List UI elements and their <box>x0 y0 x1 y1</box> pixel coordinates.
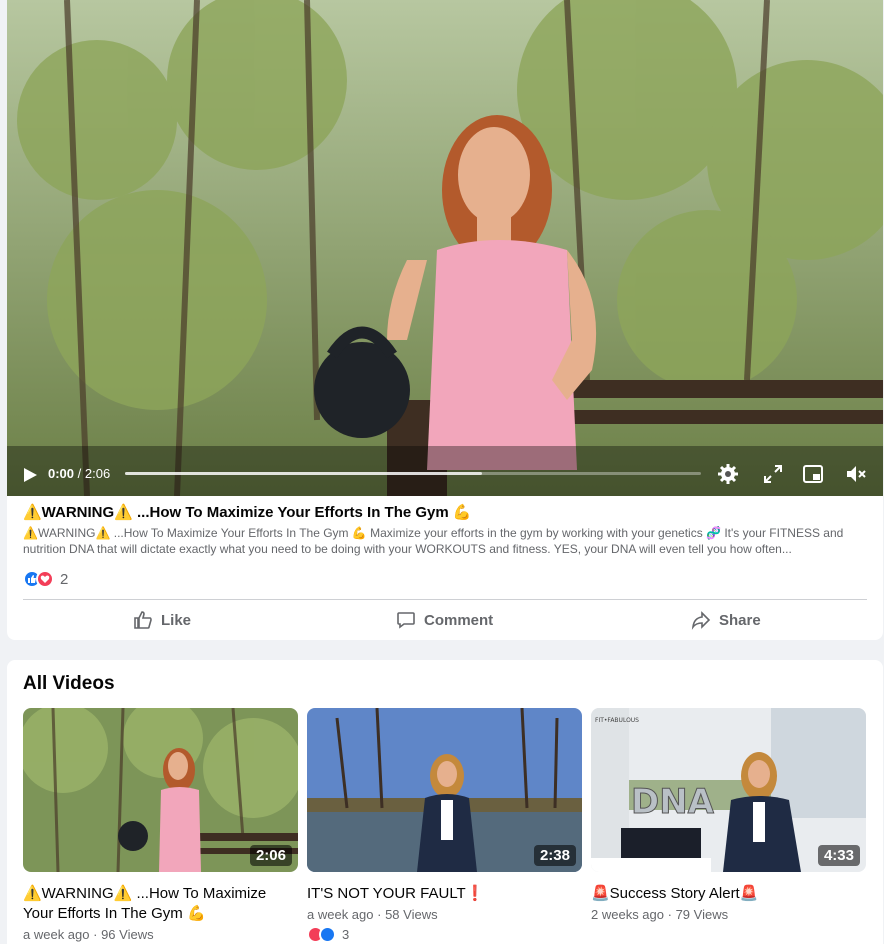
duration-badge: 4:33 <box>817 845 860 866</box>
share-label: Share <box>719 611 761 629</box>
all-videos-card: All Videos 2:06 ⚠️WARNING⚠️ ...How To Ma… <box>7 660 883 944</box>
play-icon[interactable] <box>21 466 39 484</box>
video-age: a week ago <box>23 927 90 942</box>
video-card-3[interactable]: DNA FIT•FABULOUS 4:33 🚨Success Story Ale… <box>591 708 866 922</box>
reaction-count: 3 <box>342 927 350 942</box>
video-title[interactable]: ⚠️WARNING⚠️ ...How To Maximize Your Effo… <box>23 884 298 924</box>
comment-button[interactable]: Comment <box>396 606 493 634</box>
video-thumbnail[interactable]: 2:38 <box>307 708 582 872</box>
muted-volume-icon[interactable] <box>845 463 867 485</box>
video-age: 2 weeks ago <box>591 907 664 922</box>
duration-badge: 2:06 <box>249 845 292 866</box>
progress-bar[interactable] <box>125 472 701 475</box>
video-meta: 2 weeks ago · 79 Views <box>591 907 729 922</box>
video-post-card: 0:00 / 2:06 ⚠️WARNING⚠️ ...How To Maximi… <box>7 0 883 640</box>
brand-text: FIT•FABULOUS <box>595 717 639 724</box>
share-arrow-icon <box>691 611 711 630</box>
video-frame-image <box>7 0 883 496</box>
reaction-summary[interactable]: 2 <box>23 569 68 589</box>
video-title[interactable]: 🚨Success Story Alert🚨 <box>591 884 866 904</box>
duration-badge: 2:38 <box>533 845 576 866</box>
video-card-1[interactable]: 2:06 ⚠️WARNING⚠️ ...How To Maximize Your… <box>23 708 298 942</box>
video-meta: a week ago · 58 Views <box>307 907 438 922</box>
dna-sign-text: DNA <box>631 782 715 822</box>
post-title[interactable]: ⚠️WARNING⚠️ ...How To Maximize Your Effo… <box>23 503 472 521</box>
buffer-fill <box>125 472 483 475</box>
settings-gear-icon[interactable] <box>717 463 739 485</box>
video-views: 96 Views <box>101 927 154 942</box>
video-card-2[interactable]: 2:38 IT'S NOT YOUR FAULT❗ a week ago · 5… <box>307 708 582 943</box>
fullscreen-icon[interactable] <box>762 463 784 485</box>
thumbs-up-icon <box>134 611 152 629</box>
reaction-summary[interactable]: 3 <box>307 926 582 943</box>
duration: 2:06 <box>84 466 111 481</box>
reaction-count: 2 <box>60 570 69 588</box>
like-label: Like <box>161 611 192 629</box>
video-title[interactable]: IT'S NOT YOUR FAULT❗ <box>307 884 582 904</box>
comment-icon <box>397 612 415 629</box>
video-meta: a week ago · 96 Views <box>23 927 154 942</box>
video-player[interactable]: 0:00 / 2:06 <box>7 0 883 496</box>
video-thumbnail[interactable]: 2:06 <box>23 708 298 872</box>
post-description: ⚠️WARNING⚠️ ...How To Maximize Your Effo… <box>23 526 844 556</box>
like-button[interactable]: Like <box>133 606 191 634</box>
video-views: 79 Views <box>675 907 729 922</box>
love-reaction-icon <box>36 570 54 588</box>
video-time: 0:00 / 2:06 <box>48 466 111 481</box>
video-views: 58 Views <box>385 907 438 922</box>
divider <box>23 599 867 600</box>
video-controls: 0:00 / 2:06 <box>7 455 883 495</box>
comment-label: Comment <box>424 611 494 629</box>
video-age: a week ago <box>307 907 374 922</box>
share-button[interactable]: Share <box>691 606 761 634</box>
like-reaction-icon <box>319 926 336 943</box>
current-time: 0:00 <box>48 466 75 481</box>
section-title: All Videos <box>23 673 115 694</box>
video-thumbnail[interactable]: DNA FIT•FABULOUS 4:33 <box>591 708 866 872</box>
picture-in-picture-icon[interactable] <box>802 463 824 485</box>
